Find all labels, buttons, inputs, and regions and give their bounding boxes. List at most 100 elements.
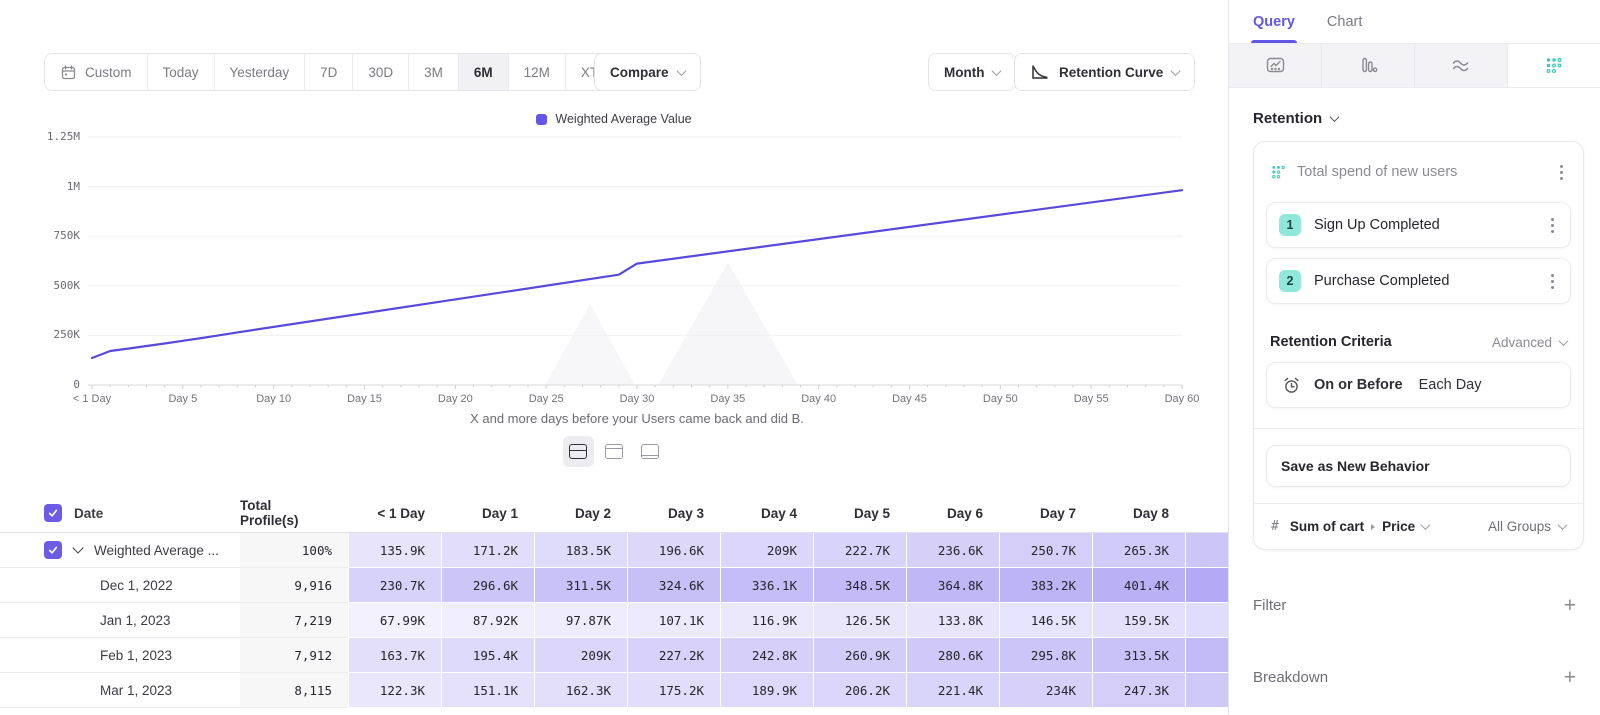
tab-insights[interactable]	[1229, 44, 1322, 87]
kebab-menu-icon[interactable]	[1547, 270, 1558, 293]
retention-value-cell[interactable]: 383.2K	[999, 568, 1092, 603]
column-header[interactable]: < 1 Day	[348, 494, 441, 533]
retention-value-cell[interactable]: 324.6K	[627, 568, 720, 603]
row-label-date[interactable]: Dec 1, 2022	[0, 568, 240, 603]
retention-value-cell[interactable]: 250.7K	[999, 533, 1092, 568]
range-12m-button[interactable]: 12M	[509, 54, 566, 90]
table-row[interactable]: Weighted Average ...100%135.9K171.2K183.…	[0, 533, 1228, 568]
tab-funnels[interactable]	[1322, 44, 1415, 87]
filter-section[interactable]: Filter +	[1229, 592, 1600, 618]
column-header[interactable]: Day 6	[906, 494, 999, 533]
retention-value-cell[interactable]: 234K	[999, 673, 1092, 708]
retention-value-cell-clipped[interactable]	[1185, 603, 1228, 638]
column-header[interactable]: Day 8	[1092, 494, 1185, 533]
tab-chart[interactable]: Chart	[1327, 0, 1362, 43]
table-row[interactable]: Mar 1, 20238,115122.3K151.1K162.3K175.2K…	[0, 673, 1228, 708]
column-header[interactable]: Total Profile(s)	[240, 494, 348, 533]
retention-value-cell[interactable]: 364.8K	[906, 568, 999, 603]
kebab-menu-icon[interactable]	[1556, 161, 1567, 184]
add-breakdown-icon[interactable]: +	[1564, 667, 1576, 688]
retention-value-cell[interactable]: 122.3K	[348, 673, 441, 708]
range-6m-button[interactable]: 6M	[459, 54, 509, 90]
row-checkbox[interactable]	[44, 541, 62, 559]
row-label-date[interactable]: Jan 1, 2023	[0, 603, 240, 638]
layout-chart-top-button[interactable]	[599, 436, 630, 467]
retention-value-cell[interactable]: 171.2K	[441, 533, 534, 568]
compare-button[interactable]: Compare	[594, 53, 701, 91]
retention-value-cell[interactable]: 222.7K	[813, 533, 906, 568]
retention-value-cell[interactable]: 227.2K	[627, 638, 720, 673]
chart-type-button[interactable]: Retention Curve	[1014, 53, 1195, 91]
range-7d-button[interactable]: 7D	[305, 54, 353, 90]
retention-value-cell[interactable]: 97.87K	[534, 603, 627, 638]
retention-value-cell[interactable]: 189.9K	[720, 673, 813, 708]
retention-value-cell[interactable]: 133.8K	[906, 603, 999, 638]
save-as-new-behavior-button[interactable]: Save as New Behavior	[1266, 445, 1571, 487]
retention-value-cell[interactable]: 209K	[720, 533, 813, 568]
group-filter-dropdown[interactable]: All Groups	[1488, 519, 1566, 534]
row-label-date[interactable]: Mar 1, 2023	[0, 673, 240, 708]
range-today-button[interactable]: Today	[148, 54, 215, 90]
retention-value-cell[interactable]: 159.5K	[1092, 603, 1185, 638]
retention-value-cell-clipped[interactable]	[1185, 533, 1228, 568]
column-header[interactable]: Day 5	[813, 494, 906, 533]
retention-value-cell[interactable]: 206.2K	[813, 673, 906, 708]
retention-value-cell[interactable]: 242.8K	[720, 638, 813, 673]
tab-retention[interactable]	[1508, 44, 1600, 87]
retention-value-cell[interactable]: 265.3K	[1092, 533, 1185, 568]
table-row[interactable]: Dec 1, 20229,916230.7K296.6K311.5K324.6K…	[0, 568, 1228, 603]
range-custom-button[interactable]: Custom	[45, 54, 148, 90]
retention-value-cell[interactable]: 348.5K	[813, 568, 906, 603]
add-filter-icon[interactable]: +	[1564, 595, 1576, 616]
measurement-property-dropdown[interactable]: Sum of cart Price	[1290, 519, 1429, 534]
section-retention-header[interactable]: Retention	[1229, 88, 1600, 139]
criteria-mode-dropdown[interactable]: Advanced	[1492, 335, 1567, 350]
retention-value-cell[interactable]: 336.1K	[720, 568, 813, 603]
retention-value-cell[interactable]: 195.4K	[441, 638, 534, 673]
retention-value-cell[interactable]: 151.1K	[441, 673, 534, 708]
table-row[interactable]: Feb 1, 20237,912163.7K195.4K209K227.2K24…	[0, 638, 1228, 673]
column-header[interactable]: Day 4	[720, 494, 813, 533]
tab-flows[interactable]	[1415, 44, 1508, 87]
kebab-menu-icon[interactable]	[1547, 214, 1558, 237]
retention-value-cell[interactable]: 401.4K	[1092, 568, 1185, 603]
retention-value-cell[interactable]: 236.6K	[906, 533, 999, 568]
step-row-2[interactable]: 2 Purchase Completed	[1266, 258, 1571, 304]
retention-value-cell[interactable]: 183.5K	[534, 533, 627, 568]
retention-value-cell[interactable]: 221.4K	[906, 673, 999, 708]
line-plot[interactable]	[0, 108, 1228, 430]
retention-value-cell[interactable]: 295.8K	[999, 638, 1092, 673]
retention-value-cell[interactable]: 209K	[534, 638, 627, 673]
range-yesterday-button[interactable]: Yesterday	[215, 54, 306, 90]
retention-value-cell[interactable]: 146.5K	[999, 603, 1092, 638]
expand-row-icon[interactable]	[72, 542, 83, 553]
retention-value-cell[interactable]: 163.7K	[348, 638, 441, 673]
retention-value-cell[interactable]: 107.1K	[627, 603, 720, 638]
retention-value-cell[interactable]: 175.2K	[627, 673, 720, 708]
row-label-weighted-average[interactable]: Weighted Average ...	[0, 533, 240, 568]
retention-value-cell[interactable]: 311.5K	[534, 568, 627, 603]
tab-query[interactable]: Query	[1253, 0, 1295, 43]
retention-value-cell[interactable]: 247.3K	[1092, 673, 1185, 708]
retention-value-cell-clipped[interactable]	[1185, 638, 1228, 673]
column-header[interactable]: Day 1	[441, 494, 534, 533]
column-header-date[interactable]: Date	[0, 494, 240, 533]
range-30d-button[interactable]: 30D	[353, 54, 409, 90]
range-3m-button[interactable]: 3M	[409, 54, 459, 90]
select-all-checkbox[interactable]	[44, 504, 62, 522]
retention-value-cell[interactable]: 260.9K	[813, 638, 906, 673]
table-row[interactable]: Jan 1, 20237,21967.99K87.92K97.87K107.1K…	[0, 603, 1228, 638]
retention-value-cell[interactable]: 280.6K	[906, 638, 999, 673]
retention-value-cell[interactable]: 126.5K	[813, 603, 906, 638]
timing-selector[interactable]: On or Before Each Day	[1266, 362, 1571, 408]
column-header[interactable]: Day 7	[999, 494, 1092, 533]
retention-value-cell[interactable]: 67.99K	[348, 603, 441, 638]
column-header[interactable]: Day 3	[627, 494, 720, 533]
retention-value-cell-clipped[interactable]	[1185, 568, 1228, 603]
retention-value-cell[interactable]: 162.3K	[534, 673, 627, 708]
layout-table-bottom-button[interactable]	[635, 436, 666, 467]
retention-value-cell[interactable]: 135.9K	[348, 533, 441, 568]
breakdown-section[interactable]: Breakdown +	[1229, 664, 1600, 690]
retention-value-cell[interactable]: 116.9K	[720, 603, 813, 638]
retention-value-cell-clipped[interactable]	[1185, 673, 1228, 708]
